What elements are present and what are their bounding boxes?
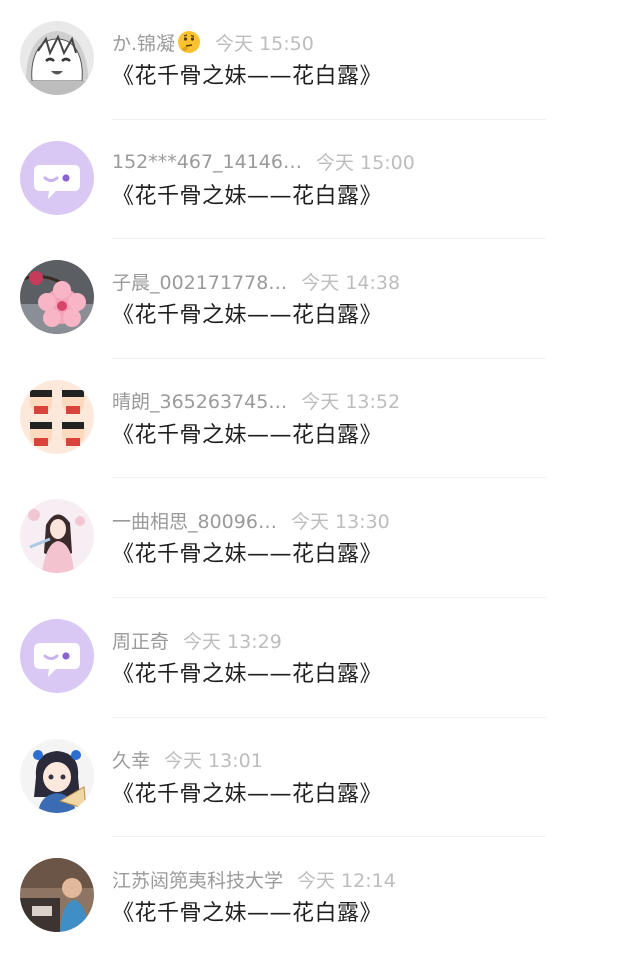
photo-avatar[interactable] <box>20 858 94 933</box>
comment-header: 一曲相思_80096… 今天 13:30 <box>112 505 390 535</box>
comment-item[interactable]: 一曲相思_80096… 今天 13:30 《花千骨之妹——花白露》 <box>0 478 640 598</box>
comment-text: 《花千骨之妹——花白露》 <box>112 303 383 329</box>
timestamp: 今天 15:00 <box>315 152 415 175</box>
comment-text: 《花千骨之妹——花白露》 <box>112 781 383 807</box>
comment-item[interactable]: 子晨_002171778… 今天 14:38 《花千骨之妹——花白露》 <box>0 239 640 359</box>
anime-girl-avatar[interactable] <box>20 21 94 95</box>
username[interactable]: 子晨_002171778… <box>112 268 287 295</box>
username[interactable]: 江苏闼篼夷科技大学 <box>112 866 283 893</box>
default-chat-avatar[interactable] <box>20 140 94 215</box>
comment-header: 晴朗_365263745… 今天 13:52 <box>112 386 400 416</box>
username[interactable]: 一曲相思_80096… <box>112 507 277 534</box>
comment-header: 周正奇 今天 13:29 <box>112 625 282 655</box>
comment-list: か.锦凝 今天 15:50 《花千骨之妹——花白露》 152***467_141… <box>0 0 640 947</box>
timestamp: 今天 14:38 <box>301 271 401 294</box>
comment-item[interactable]: 周正奇 今天 13:29 《花千骨之妹——花白露》 <box>0 598 640 718</box>
timestamp: 今天 13:52 <box>301 391 401 414</box>
username[interactable]: か.锦凝 <box>112 29 175 56</box>
comment-text: 《花千骨之妹——花白露》 <box>112 422 383 448</box>
cartoon-kid-avatar[interactable] <box>20 379 94 454</box>
comment-item[interactable]: 久幸 今天 13:01 《花千骨之妹——花白露》 <box>0 718 640 838</box>
comment-text: 《花千骨之妹——花白露》 <box>112 542 383 568</box>
default-chat-avatar[interactable] <box>20 619 94 693</box>
comment-header: か.锦凝 今天 15:50 <box>112 27 314 57</box>
timestamp: 今天 12:14 <box>297 869 396 892</box>
thinking-face-icon <box>177 30 201 54</box>
chibi-fan-avatar[interactable] <box>20 738 94 813</box>
username[interactable]: 晴朗_365263745… <box>112 387 287 414</box>
comment-header: 久幸 今天 13:01 <box>112 745 263 775</box>
username[interactable]: 152***467_14146… <box>112 151 302 173</box>
timestamp: 今天 13:29 <box>183 630 282 653</box>
comment-header: 江苏闼篼夷科技大学 今天 12:14 <box>112 864 396 894</box>
comment-text: 《花千骨之妹——花白露》 <box>112 64 383 89</box>
comment-item[interactable]: か.锦凝 今天 15:50 《花千骨之妹——花白露》 <box>0 0 640 120</box>
timestamp: 今天 13:01 <box>164 750 263 773</box>
comment-item[interactable]: 152***467_14146… 今天 15:00 《花千骨之妹——花白露》 <box>0 120 640 240</box>
username[interactable]: 久幸 <box>112 746 150 773</box>
comment-text: 《花千骨之妹——花白露》 <box>112 662 383 687</box>
comment-text: 《花千骨之妹——花白露》 <box>112 901 383 927</box>
timestamp: 今天 15:50 <box>215 32 314 55</box>
painted-lady-avatar[interactable] <box>20 499 94 574</box>
comment-header: 子晨_002171778… 今天 14:38 <box>112 266 400 296</box>
comment-item[interactable]: 江苏闼篼夷科技大学 今天 12:14 《花千骨之妹——花白露》 <box>0 837 640 957</box>
timestamp: 今天 13:30 <box>290 510 390 533</box>
comment-item[interactable]: 晴朗_365263745… 今天 13:52 《花千骨之妹——花白露》 <box>0 359 640 479</box>
comment-text: 《花千骨之妹——花白露》 <box>112 183 383 209</box>
blossom-avatar[interactable] <box>20 260 94 335</box>
comment-header: 152***467_14146… 今天 15:00 <box>112 147 415 177</box>
username[interactable]: 周正奇 <box>112 627 169 654</box>
